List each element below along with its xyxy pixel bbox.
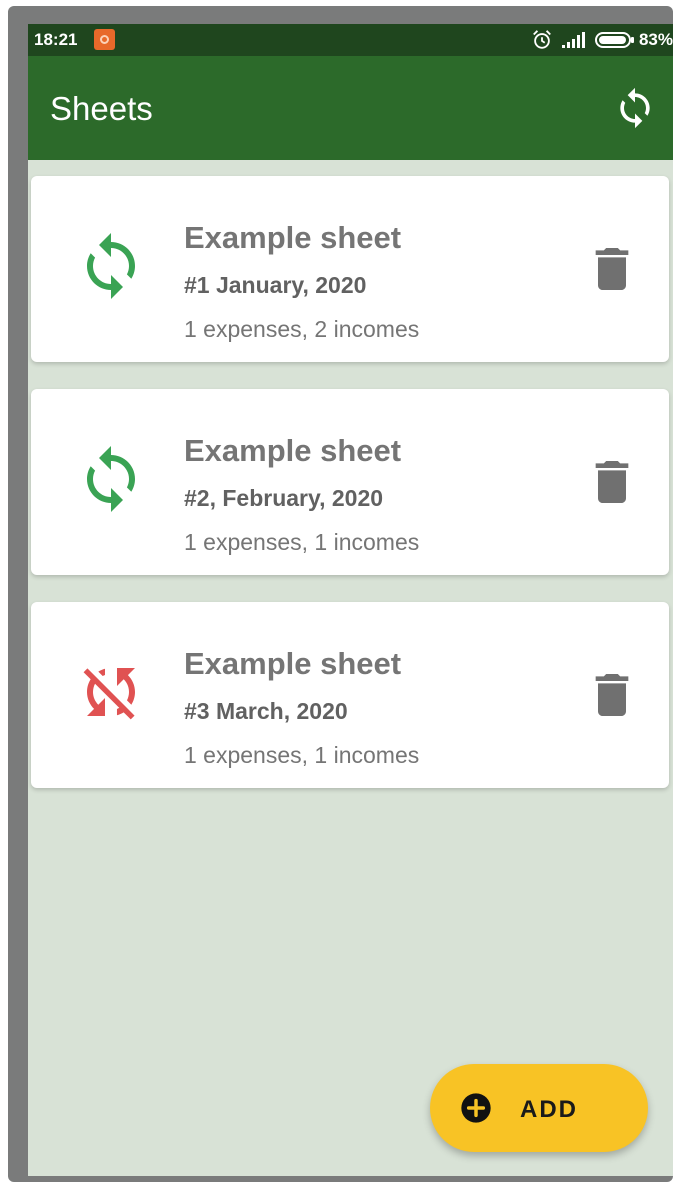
sheet-summary: 1 expenses, 2 incomes [184, 316, 420, 342]
battery-percent: 83% [638, 30, 673, 49]
alarm-icon [533, 30, 551, 49]
add-button-label: ADD [520, 1096, 578, 1123]
sheet-card[interactable]: Example sheet #1 January, 2020 1 expense… [31, 176, 669, 362]
sheet-date: #2, February, 2020 [184, 485, 384, 511]
plus-circle-icon [461, 1093, 491, 1123]
signal-icon [561, 32, 585, 48]
app-bar: Sheets [28, 56, 673, 160]
battery-icon [594, 32, 634, 48]
add-button[interactable]: ADD [430, 1064, 648, 1152]
sheet-title: Example sheet [184, 646, 402, 681]
screen: 18:21 83% Sheets Example sheet #1 Januar… [28, 24, 673, 1176]
sync-status-icon [87, 233, 135, 299]
delete-icon[interactable] [595, 461, 629, 503]
sync-icon[interactable] [613, 86, 657, 130]
sheet-date: #1 January, 2020 [184, 272, 367, 298]
status-bar: 18:21 83% [28, 24, 673, 56]
app-notification-icon [94, 29, 115, 50]
sheet-title: Example sheet [184, 433, 402, 468]
sheet-summary: 1 expenses, 1 incomes [184, 742, 420, 768]
sync-status-icon [87, 446, 135, 512]
sheet-card[interactable]: Example sheet #2, February, 2020 1 expen… [31, 389, 669, 575]
device-frame: 18:21 83% Sheets Example sheet #1 Januar… [8, 6, 673, 1182]
delete-icon[interactable] [595, 674, 629, 716]
delete-icon[interactable] [595, 248, 629, 290]
sheet-date: #3 March, 2020 [184, 698, 348, 724]
sync-disabled-icon [83, 668, 135, 720]
sheet-card[interactable]: Example sheet #3 March, 2020 1 expenses,… [31, 602, 669, 788]
page-title: Sheets [50, 90, 153, 127]
sheet-summary: 1 expenses, 1 incomes [184, 529, 420, 555]
status-indicators: 83% [531, 28, 673, 52]
sheet-title: Example sheet [184, 220, 402, 255]
status-time: 18:21 [34, 30, 78, 49]
